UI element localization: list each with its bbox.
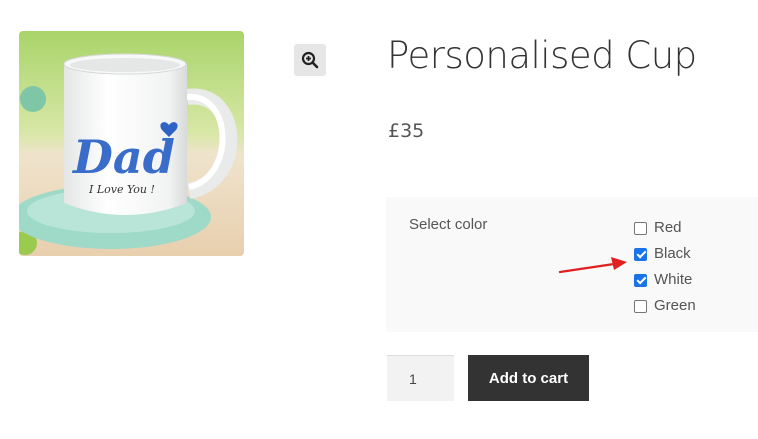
color-option-black[interactable]: Black xyxy=(634,241,696,267)
color-option-green[interactable]: Green xyxy=(634,293,696,319)
color-option-label: Black xyxy=(654,245,691,262)
product-page: Dad I Love You ! Personalised Cup £35 Se… xyxy=(0,0,758,439)
add-to-cart-button[interactable]: Add to cart xyxy=(468,355,589,401)
mug-text-dad: Dad xyxy=(71,130,175,184)
zoom-in-icon xyxy=(301,51,319,69)
color-option-white[interactable]: White xyxy=(634,267,696,293)
checkbox-green[interactable] xyxy=(634,299,647,313)
product-title: Personalised Cup xyxy=(387,34,697,77)
zoom-button[interactable] xyxy=(294,44,326,76)
color-option-label: Red xyxy=(654,219,682,236)
quantity-input[interactable] xyxy=(387,355,454,401)
red-arrow-icon xyxy=(558,257,627,274)
product-price: £35 xyxy=(388,120,425,142)
product-image[interactable]: Dad I Love You ! xyxy=(19,31,244,256)
color-options: Red Black White Green xyxy=(634,215,696,319)
mug-text-love: I Love You ! xyxy=(88,183,155,196)
color-option-label: White xyxy=(654,271,693,288)
checkbox-white[interactable] xyxy=(634,273,647,287)
select-color-label: Select color xyxy=(409,216,488,233)
color-option-red[interactable]: Red xyxy=(634,215,696,241)
color-option-label: Green xyxy=(654,297,696,314)
checkbox-black[interactable] xyxy=(634,247,647,261)
checkbox-red[interactable] xyxy=(634,221,647,235)
